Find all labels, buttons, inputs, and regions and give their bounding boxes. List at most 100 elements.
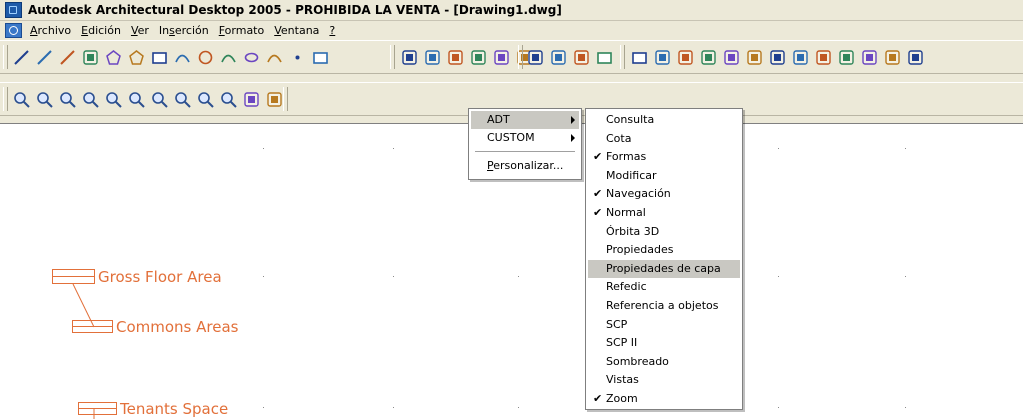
spell-icon[interactable] xyxy=(766,46,788,68)
submenu-item-modificar[interactable]: Modificar xyxy=(588,167,740,185)
submenu-item-referencia-a-objetos[interactable]: Referencia a objetos xyxy=(588,297,740,315)
mnemonic-letter: A xyxy=(30,23,38,37)
menu-item-3[interactable]: Inserción xyxy=(154,24,214,37)
submenu-item-refedic[interactable]: Refedic xyxy=(588,278,740,296)
construction-line-icon[interactable] xyxy=(33,46,55,68)
ctx-item-personalizar[interactable]: Personalizar... xyxy=(471,157,579,175)
snap-icon[interactable] xyxy=(524,46,546,68)
zoom-dynamic-icon[interactable] xyxy=(56,88,78,110)
revcloud-icon[interactable] xyxy=(263,46,285,68)
submenu-item-sombreado[interactable]: Sombreado xyxy=(588,353,740,371)
zoom-in-icon[interactable] xyxy=(148,88,170,110)
spline-icon[interactable] xyxy=(217,46,239,68)
checkmark-icon: ✔ xyxy=(593,187,603,201)
submenu-item-label: Órbita 3D xyxy=(606,224,660,238)
zoom-window-icon[interactable] xyxy=(33,88,55,110)
label-gross-floor-area[interactable]: Gross Floor Area xyxy=(98,268,222,286)
tool-palette-icon[interactable] xyxy=(490,46,512,68)
preview-icon[interactable] xyxy=(720,46,742,68)
rectangle-icon[interactable] xyxy=(148,46,170,68)
submenu-item-formas[interactable]: ✔ Formas xyxy=(588,148,740,166)
menu-item-5[interactable]: Ventana xyxy=(269,24,324,37)
open-icon[interactable] xyxy=(651,46,673,68)
orbit-icon[interactable] xyxy=(263,88,285,110)
publish-icon[interactable] xyxy=(743,46,765,68)
submenu-item-label: Zoom xyxy=(606,392,638,405)
mnemonic-letter: V xyxy=(274,23,281,37)
new-icon[interactable] xyxy=(628,46,650,68)
circle-icon[interactable] xyxy=(194,46,216,68)
submenu-item--rbita-3d[interactable]: Órbita 3D xyxy=(588,223,740,241)
submenu-item-cota[interactable]: Cota xyxy=(588,130,740,148)
pan-icon[interactable] xyxy=(240,88,262,110)
region-icon[interactable] xyxy=(309,46,331,68)
label-commons-areas[interactable]: Commons Areas xyxy=(116,318,238,336)
document-icon[interactable] xyxy=(5,22,22,38)
cut-icon[interactable] xyxy=(835,46,857,68)
zoom-object-icon[interactable] xyxy=(125,88,147,110)
submenu-item-label: SCP xyxy=(606,317,628,331)
copy-icon[interactable] xyxy=(858,46,880,68)
submenu-item-vistas[interactable]: Vistas xyxy=(588,371,740,389)
arc-icon[interactable] xyxy=(171,46,193,68)
zoom-all-icon[interactable] xyxy=(194,88,216,110)
draw-toolbar xyxy=(10,45,332,69)
menu-item-1[interactable]: Edición xyxy=(76,24,126,37)
menu-item-2[interactable]: Ver xyxy=(126,24,154,37)
properties-icon[interactable] xyxy=(444,46,466,68)
submenu-item-label: Propiedades xyxy=(606,243,674,257)
menu-item-text: entana xyxy=(280,23,320,37)
menu-item-text: erción xyxy=(174,23,209,37)
title-bar[interactable]: Autodesk Architectural Desktop 2005 - PR… xyxy=(0,0,1023,21)
zoom-realtime-icon[interactable] xyxy=(10,88,32,110)
match-icon[interactable] xyxy=(547,46,569,68)
ucs-icon[interactable] xyxy=(570,46,592,68)
ctx-item-adt[interactable]: ADT xyxy=(471,111,579,129)
ctx-item-label: CUSTOM xyxy=(487,131,535,144)
standard-toolbar-2 xyxy=(524,45,616,69)
block-icon[interactable] xyxy=(398,46,420,68)
point-icon[interactable] xyxy=(286,46,308,68)
submenu-arrow-icon xyxy=(571,116,575,124)
label-tenants-space[interactable]: Tenants Space xyxy=(120,400,228,418)
print-icon[interactable] xyxy=(697,46,719,68)
menu-item-text: ormato xyxy=(224,23,265,37)
menu-item-6[interactable]: ? xyxy=(324,24,340,37)
menu-item-0[interactable]: Archivo xyxy=(25,24,76,37)
paste-icon[interactable] xyxy=(881,46,903,68)
multiline-icon[interactable] xyxy=(79,46,101,68)
zoom-out-icon[interactable] xyxy=(171,88,193,110)
save-icon[interactable] xyxy=(674,46,696,68)
submenu-item-scp-ii[interactable]: SCP II xyxy=(588,334,740,352)
menu-item-text: In xyxy=(158,23,170,37)
window-title: Autodesk Architectural Desktop 2005 - PR… xyxy=(28,3,562,17)
submenu-item-zoom[interactable]: ✔ Zoom xyxy=(588,390,740,408)
submenu-item-navegaci-n[interactable]: ✔ Navegación xyxy=(588,185,740,203)
design-center-icon[interactable] xyxy=(467,46,489,68)
submenu-item-propiedades-de-capa[interactable]: Propiedades de capa xyxy=(588,259,740,278)
submenu-item-scp[interactable]: SCP xyxy=(588,316,740,334)
plot-icon[interactable] xyxy=(812,46,834,68)
layers-icon[interactable] xyxy=(421,46,443,68)
frame-icon[interactable] xyxy=(593,46,615,68)
brush-icon[interactable] xyxy=(904,46,926,68)
find-icon[interactable] xyxy=(789,46,811,68)
submenu-item-label: Sombreado xyxy=(606,354,669,368)
mnemonic-letter: V xyxy=(130,23,138,37)
line-icon[interactable] xyxy=(10,46,32,68)
submenu-item-propiedades[interactable]: Propiedades xyxy=(588,241,740,259)
zoom-extents-icon[interactable] xyxy=(217,88,239,110)
zoom-center-icon[interactable] xyxy=(102,88,124,110)
menu-item-4[interactable]: Formato xyxy=(214,24,270,37)
autodesk-app-icon[interactable] xyxy=(5,2,22,18)
ctx-item-custom[interactable]: CUSTOM xyxy=(471,129,579,147)
zoom-scale-icon[interactable] xyxy=(79,88,101,110)
polygon2-icon[interactable] xyxy=(125,46,147,68)
submenu-item-label: Propiedades de capa xyxy=(606,261,721,275)
polygon-icon[interactable] xyxy=(102,46,124,68)
submenu-item-label: Cota xyxy=(606,131,632,145)
submenu-item-consulta[interactable]: Consulta xyxy=(588,111,740,129)
ellipse-icon[interactable] xyxy=(240,46,262,68)
polyline-icon[interactable] xyxy=(56,46,78,68)
submenu-item-normal[interactable]: ✔ Normal xyxy=(588,204,740,222)
